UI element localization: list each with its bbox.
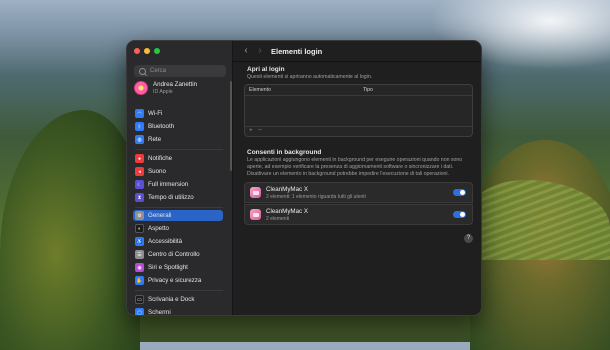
column-header-tipo[interactable]: Tipo: [363, 87, 373, 93]
sidebar-item-label: Wi-Fi: [148, 110, 163, 117]
table-header: Elemento Tipo: [245, 85, 472, 96]
minimize-button[interactable]: [144, 48, 150, 54]
background-item-row: CleanMyMac X 2 elementi: 1 elemento rigu…: [244, 182, 473, 203]
bluetooth-icon: ᛒ: [135, 122, 144, 131]
sidebar-scrollbar[interactable]: [230, 81, 232, 171]
sidebar-item-notifiche[interactable]: ● Notifiche: [133, 153, 223, 164]
sidebar: Cerca Andrea Zanettin ID Apple ◠ Wi-Fi ᛒ…: [127, 41, 233, 315]
close-button[interactable]: [134, 48, 140, 54]
sidebar-item-centro-di-controllo[interactable]: ☰ Centro di Controllo: [133, 249, 223, 260]
sidebar-item-wifi[interactable]: ◠ Wi-Fi: [133, 108, 223, 119]
toolbar: ‹ › Elementi login: [233, 41, 481, 61]
sidebar-item-suono[interactable]: ◂ Suono: [133, 166, 223, 177]
gear-icon: ⚙: [135, 211, 144, 220]
appearance-icon: ◐: [135, 224, 144, 233]
sidebar-item-label: Suono: [148, 168, 166, 175]
background-toggle[interactable]: [453, 189, 466, 196]
sidebar-item-label: Centro di Controllo: [148, 251, 200, 258]
sidebar-item-rete[interactable]: ◍ Rete: [133, 134, 223, 145]
background-item-row: CleanMyMac X 2 elementi: [244, 204, 473, 225]
accessibility-icon: ♿: [135, 237, 144, 246]
sidebar-item-label: Rete: [148, 136, 162, 143]
sidebar-item-label: Privacy e sicurezza: [148, 277, 202, 284]
cleanmymac-icon: [250, 187, 261, 198]
help-button[interactable]: ?: [464, 234, 473, 243]
page-title: Elementi login: [271, 47, 323, 56]
sidebar-divider: [135, 290, 223, 291]
sidebar-item-schermi[interactable]: ▢ Schermi: [133, 307, 223, 316]
table-footer: + −: [245, 126, 472, 136]
profile-name: Andrea Zanettin: [153, 81, 198, 88]
app-name: CleanMyMac X: [266, 185, 308, 193]
remove-item-button[interactable]: −: [258, 127, 262, 134]
login-items-table[interactable]: Elemento Tipo + −: [244, 84, 473, 137]
sidebar-item-label: Bluetooth: [148, 123, 175, 130]
sidebar-item-tempo-di-utilizzo[interactable]: ⧗ Tempo di utilizzo: [133, 192, 223, 203]
sidebar-item-aspetto[interactable]: ◐ Aspetto: [133, 223, 223, 234]
forward-icon[interactable]: ›: [255, 45, 265, 57]
bell-icon: ●: [135, 154, 144, 163]
control-center-icon: ☰: [135, 250, 144, 259]
sidebar-item-label: Tempo di utilizzo: [148, 194, 194, 201]
main-panel: ‹ › Elementi login Apri al login Questi …: [233, 41, 481, 315]
profile-subtitle: ID Apple: [153, 89, 173, 95]
hourglass-icon: ⧗: [135, 193, 144, 202]
app-name: CleanMyMac X: [266, 207, 308, 215]
moon-icon: ☾: [135, 180, 144, 189]
hand-icon: ✋: [135, 276, 144, 285]
toolbar-divider: [233, 61, 481, 62]
background-toggle[interactable]: [453, 211, 466, 218]
speaker-icon: ◂: [135, 167, 144, 176]
traffic-lights: [134, 48, 160, 54]
sidebar-item-label: Schermi: [148, 309, 171, 316]
sidebar-item-generali[interactable]: ⚙ Generali: [133, 210, 223, 221]
background-description: Le applicazioni aggiungono elementi in b…: [247, 157, 463, 177]
sidebar-item-label: Full immersion: [148, 181, 189, 188]
sidebar-item-bluetooth[interactable]: ᛒ Bluetooth: [133, 121, 223, 132]
siri-icon: ◉: [135, 263, 144, 272]
avatar: [134, 81, 148, 95]
sidebar-item-full-immersion[interactable]: ☾ Full immersion: [133, 179, 223, 190]
add-item-button[interactable]: +: [249, 127, 253, 134]
app-detail: 2 elementi: 1 elemento riguarda tutti gl…: [266, 193, 366, 200]
search-icon: [139, 67, 146, 75]
zoom-button[interactable]: [154, 48, 160, 54]
sidebar-item-label: Notifiche: [148, 155, 173, 162]
cleanmymac-icon: [250, 209, 261, 220]
open-at-login-description: Questi elementi si apriranno automaticam…: [247, 74, 373, 80]
network-icon: ◍: [135, 135, 144, 144]
search-placeholder: Cerca: [150, 68, 167, 74]
sidebar-divider: [135, 207, 223, 208]
profile-item[interactable]: Andrea Zanettin ID Apple: [134, 81, 197, 95]
sidebar-item-accessibilita[interactable]: ♿ Accessibilità: [133, 236, 223, 247]
open-at-login-title: Apri al login: [247, 66, 285, 73]
wallpaper-hill-left: [0, 110, 140, 350]
sidebar-item-scrivania-e-dock[interactable]: ▭ Scrivania e Dock: [133, 294, 223, 305]
wifi-icon: ◠: [135, 109, 144, 118]
sidebar-item-siri-e-spotlight[interactable]: ◉ Siri e Spotlight: [133, 262, 223, 273]
settings-window: Cerca Andrea Zanettin ID Apple ◠ Wi-Fi ᛒ…: [126, 40, 482, 316]
app-detail: 2 elementi: [266, 215, 290, 222]
sidebar-item-label: Siri e Spotlight: [148, 264, 188, 271]
back-icon[interactable]: ‹: [241, 45, 251, 57]
sidebar-item-privacy-e-sicurezza[interactable]: ✋ Privacy e sicurezza: [133, 275, 223, 286]
column-header-elemento[interactable]: Elemento: [249, 87, 271, 93]
background-title: Consenti in background: [247, 149, 322, 156]
sidebar-item-label: Generali: [148, 212, 172, 219]
search-input[interactable]: Cerca: [134, 65, 226, 77]
sidebar-item-label: Accessibilità: [148, 238, 183, 245]
display-icon: ▢: [135, 308, 144, 315]
sidebar-divider: [135, 149, 223, 150]
dock-icon: ▭: [135, 295, 144, 304]
sidebar-item-label: Aspetto: [148, 225, 169, 232]
sidebar-item-label: Scrivania e Dock: [148, 296, 195, 303]
